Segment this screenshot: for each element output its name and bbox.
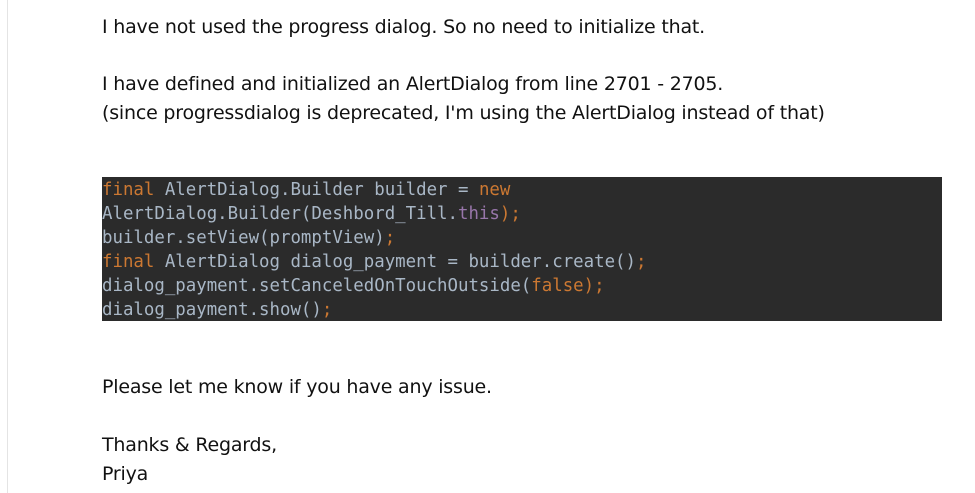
- code-line-6: dialog_payment.show();: [102, 298, 942, 322]
- paragraph-progress-dialog: I have not used the progress dialog. So …: [102, 16, 706, 38]
- code-keyword: this: [457, 204, 500, 224]
- code-keyword: false: [531, 276, 584, 296]
- code-text: AlertDialog.Builder(Deshbord_Till.: [102, 204, 458, 224]
- code-punctuation: );: [583, 276, 605, 296]
- paragraph-let-me-know: Please let me know if you have any issue…: [102, 376, 492, 398]
- paragraph-alertdialog-line1: I have defined and initialized an AlertD…: [102, 73, 724, 95]
- code-punctuation: );: [499, 204, 521, 224]
- code-line-1: final AlertDialog.Builder builder = new: [102, 178, 942, 202]
- code-text: dialog_payment.show(): [102, 300, 322, 320]
- signature-name: Priya: [102, 463, 149, 485]
- code-punctuation: ;: [384, 228, 396, 248]
- code-line-2: AlertDialog.Builder(Deshbord_Till.this);: [102, 202, 942, 226]
- code-punctuation: ;: [635, 252, 647, 272]
- code-keyword: final: [102, 252, 155, 272]
- code-text: builder.setView(promptView): [102, 228, 385, 248]
- code-line-3: builder.setView(promptView);: [102, 226, 942, 250]
- left-border: [7, 0, 8, 493]
- closing-line: Thanks & Regards,: [102, 434, 277, 456]
- code-text: AlertDialog dialog_payment = builder.cre…: [154, 252, 636, 272]
- code-line-4: final AlertDialog dialog_payment = build…: [102, 250, 942, 274]
- code-text: dialog_payment.setCanceledOnTouchOutside…: [102, 276, 532, 296]
- code-punctuation: ;: [321, 300, 333, 320]
- code-line-5: dialog_payment.setCanceledOnTouchOutside…: [102, 274, 942, 298]
- code-snippet: final AlertDialog.Builder builder = new …: [102, 177, 942, 321]
- code-text: AlertDialog.Builder builder =: [154, 180, 479, 200]
- code-keyword: new: [478, 180, 511, 200]
- code-keyword: final: [102, 180, 155, 200]
- paragraph-alertdialog-line2: (since progressdialog is deprecated, I'm…: [102, 102, 825, 124]
